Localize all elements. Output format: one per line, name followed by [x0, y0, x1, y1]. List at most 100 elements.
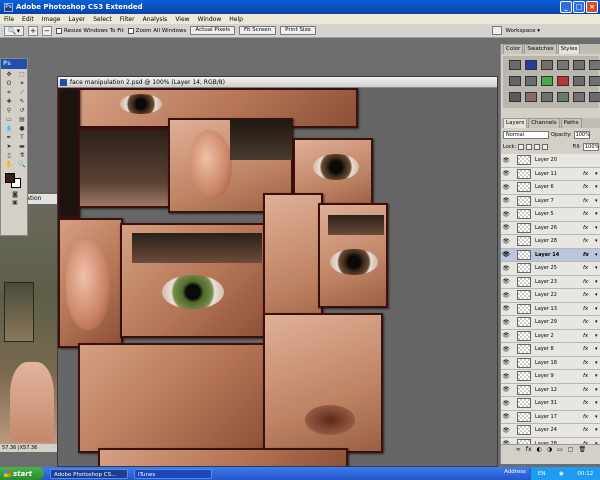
eye-visibility-icon[interactable]: 👁 — [501, 427, 511, 434]
style-swatch[interactable] — [541, 60, 553, 70]
expand-effects-icon[interactable]: ▾ — [595, 225, 600, 231]
eye-visibility-icon[interactable]: 👁 — [501, 157, 511, 164]
document-canvas[interactable] — [58, 88, 497, 466]
layer-effects-icon[interactable]: fx — [583, 265, 595, 271]
start-button[interactable]: start — [0, 467, 44, 480]
layer-row[interactable]: 👁 Layer 8 fx ▾ — [501, 343, 600, 357]
layer-row[interactable]: 👁 Layer 14 fx ▾ — [501, 248, 600, 262]
layer-thumbnail[interactable] — [517, 371, 531, 382]
expand-effects-icon[interactable]: ▾ — [595, 211, 600, 217]
eye-visibility-icon[interactable]: 👁 — [501, 305, 511, 312]
new-layer-icon[interactable]: ▢ — [568, 445, 574, 454]
style-swatch[interactable] — [573, 60, 585, 70]
hand-tool-icon[interactable]: ✋ — [3, 161, 15, 169]
dodge-tool-icon[interactable]: ● — [16, 125, 28, 133]
layer-row[interactable]: 👁 Layer 17 fx ▾ — [501, 411, 600, 424]
lock-image-icon[interactable] — [526, 144, 533, 150]
layer-row[interactable]: 👁 Layer 18 fx ▾ — [501, 357, 600, 370]
lock-all-icon[interactable] — [542, 144, 549, 150]
layer-effects-icon[interactable]: fx — [583, 184, 595, 190]
style-swatch[interactable] — [589, 60, 600, 70]
menu-item-layer[interactable]: Layer — [68, 16, 85, 23]
new-group-icon[interactable]: ▭ — [557, 445, 563, 454]
expand-effects-icon[interactable]: ▾ — [595, 292, 600, 298]
magic-wand-tool-icon[interactable]: ✶ — [16, 80, 28, 88]
delete-layer-icon[interactable]: 🗑 — [578, 445, 586, 454]
pen-tool-icon[interactable]: ✒ — [3, 134, 15, 142]
tools-panel-header[interactable]: Ps — [1, 59, 27, 69]
gradient-tool-icon[interactable]: ▤ — [16, 116, 28, 124]
eye-visibility-icon[interactable]: 👁 — [501, 265, 511, 272]
layer-thumbnail[interactable] — [517, 344, 531, 355]
layer-row[interactable]: 👁 Layer 22 fx ▾ — [501, 289, 600, 303]
menu-item-help[interactable]: Help — [229, 16, 243, 23]
style-swatch[interactable] — [509, 92, 521, 102]
layer-row[interactable]: 👁 Layer 2 fx ▾ — [501, 330, 600, 343]
layer-thumbnail[interactable] — [517, 222, 531, 233]
lasso-tool-icon[interactable]: ʘ — [3, 80, 15, 88]
layer-row[interactable]: 👁 Layer 5 fx ▾ — [501, 208, 600, 222]
clone-stamp-tool-icon[interactable]: ⚲ — [3, 107, 15, 115]
layer-thumbnail[interactable] — [517, 290, 531, 301]
layer-thumbnail[interactable] — [517, 425, 531, 436]
layer-thumbnail[interactable] — [517, 168, 531, 179]
menu-item-view[interactable]: View — [175, 16, 189, 23]
eye-visibility-icon[interactable]: 👁 — [501, 359, 511, 366]
expand-effects-icon[interactable]: ▾ — [595, 171, 600, 177]
layer-row[interactable]: 👁 Layer 7 fx ▾ — [501, 195, 600, 208]
layer-effects-icon[interactable]: fx — [583, 252, 595, 258]
expand-effects-icon[interactable]: ▾ — [595, 414, 600, 420]
style-swatch[interactable] — [509, 60, 521, 70]
style-swatch[interactable] — [525, 92, 537, 102]
layer-thumbnail[interactable] — [517, 236, 531, 247]
layer-effects-icon[interactable]: fx — [583, 279, 595, 285]
style-swatch[interactable] — [573, 92, 585, 102]
expand-effects-icon[interactable]: ▾ — [595, 360, 600, 366]
layer-thumbnail[interactable] — [517, 411, 531, 422]
screen-mode-icon[interactable]: ▣ — [9, 199, 21, 207]
menu-item-window[interactable]: Window — [198, 16, 222, 23]
layer-thumbnail[interactable] — [517, 182, 531, 193]
eye-visibility-icon[interactable]: 👁 — [501, 224, 511, 231]
eye-visibility-icon[interactable]: 👁 — [501, 292, 511, 299]
layer-effects-icon[interactable]: fx — [583, 292, 595, 298]
move-tool-icon[interactable]: ✥ — [3, 71, 15, 79]
layer-thumbnail[interactable] — [517, 303, 531, 314]
layer-row[interactable]: 👁 Layer 29 fx ▾ — [501, 316, 600, 330]
close-button[interactable]: × — [586, 1, 598, 13]
notes-tool-icon[interactable]: ▯ — [3, 152, 15, 160]
layer-row[interactable]: 👁 Layer 26 fx ▾ — [501, 222, 600, 235]
style-swatch[interactable] — [589, 92, 600, 102]
foreground-color-swatch[interactable] — [5, 173, 15, 183]
taskbar-item-itunes[interactable]: iTunes — [134, 468, 212, 479]
eye-visibility-icon[interactable]: 👁 — [501, 400, 511, 407]
style-swatch[interactable] — [541, 92, 553, 102]
style-swatch[interactable] — [589, 76, 600, 86]
style-swatch[interactable] — [557, 76, 569, 86]
blur-tool-icon[interactable]: 💧 — [3, 125, 15, 133]
style-swatch[interactable] — [573, 76, 585, 86]
layer-effects-icon[interactable]: fx — [583, 427, 595, 433]
expand-effects-icon[interactable]: ▾ — [595, 373, 600, 379]
expand-effects-icon[interactable]: ▾ — [595, 306, 600, 312]
layer-effects-icon[interactable]: fx — [583, 333, 595, 339]
maximize-button[interactable]: □ — [573, 1, 585, 13]
eye-visibility-icon[interactable]: 👁 — [501, 346, 511, 353]
layer-thumbnail[interactable] — [517, 317, 531, 328]
layer-effects-icon[interactable]: fx — [583, 400, 595, 406]
tab-swatches[interactable]: Swatches — [524, 44, 557, 54]
document-window[interactable]: face manipulation 2.psd @ 100% (Layer 14… — [57, 76, 498, 467]
zoom-out-icon[interactable]: − — [42, 25, 52, 36]
layer-row[interactable]: 👁 Layer 6 fx ▾ — [501, 181, 600, 195]
layer-effects-icon[interactable]: fx — [583, 306, 595, 312]
layer-row[interactable]: 👁 Layer 23 fx ▾ — [501, 276, 600, 289]
layer-effects-icon[interactable]: fx — [583, 373, 595, 379]
style-swatch[interactable] — [509, 76, 521, 86]
menu-item-image[interactable]: Image — [42, 16, 61, 23]
layer-row[interactable]: 👁 Layer 20 — [501, 154, 600, 168]
tab-color[interactable]: Color — [503, 44, 524, 54]
add-style-icon[interactable]: fx — [526, 445, 532, 454]
layer-effects-icon[interactable]: fx — [583, 360, 595, 366]
layer-thumbnail[interactable] — [517, 398, 531, 409]
history-brush-tool-icon[interactable]: ↺ — [16, 107, 28, 115]
